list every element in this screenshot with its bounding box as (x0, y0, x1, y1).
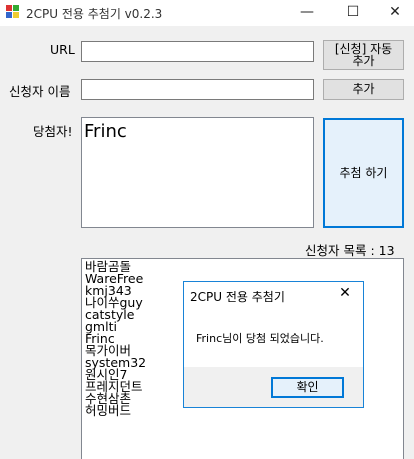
add-button[interactable]: 추가 (323, 79, 404, 100)
minimize-button[interactable]: — (284, 0, 330, 26)
auto-add-button[interactable]: [신청] 자동 추가 (323, 40, 404, 70)
window-title: 2CPU 전용 추첨기 v0.2.3 (26, 7, 163, 21)
close-button[interactable]: ✕ (376, 0, 414, 26)
dialog-footer: 확인 (184, 367, 363, 407)
auto-add-label-line2: 추가 (352, 54, 375, 68)
app-icon (6, 5, 20, 19)
winner-dialog: 2CPU 전용 추첨기 ✕ Frinc님이 당첨 되었습니다. 확인 (183, 281, 364, 408)
maximize-button[interactable]: ☐ (330, 0, 376, 26)
winner-label: 당첨자! (33, 124, 73, 139)
dialog-close-icon[interactable]: ✕ (332, 285, 358, 301)
dialog-message: Frinc님이 당첨 되었습니다. (196, 332, 324, 345)
draw-button[interactable]: 추첨 하기 (323, 118, 404, 228)
name-label: 신청자 이름 (9, 84, 71, 99)
dialog-title-bar: 2CPU 전용 추첨기 ✕ (184, 282, 363, 308)
winner-textbox[interactable]: Frinc (81, 117, 314, 228)
applicant-count: 신청자 목록 : 13 (305, 243, 395, 258)
url-input[interactable] (81, 41, 314, 62)
url-label: URL (50, 42, 75, 57)
name-input[interactable] (81, 79, 314, 100)
dialog-title: 2CPU 전용 추첨기 (190, 290, 285, 304)
title-bar: 2CPU 전용 추첨기 v0.2.3 — ☐ ✕ (0, 0, 414, 26)
ok-button[interactable]: 확인 (271, 377, 344, 398)
